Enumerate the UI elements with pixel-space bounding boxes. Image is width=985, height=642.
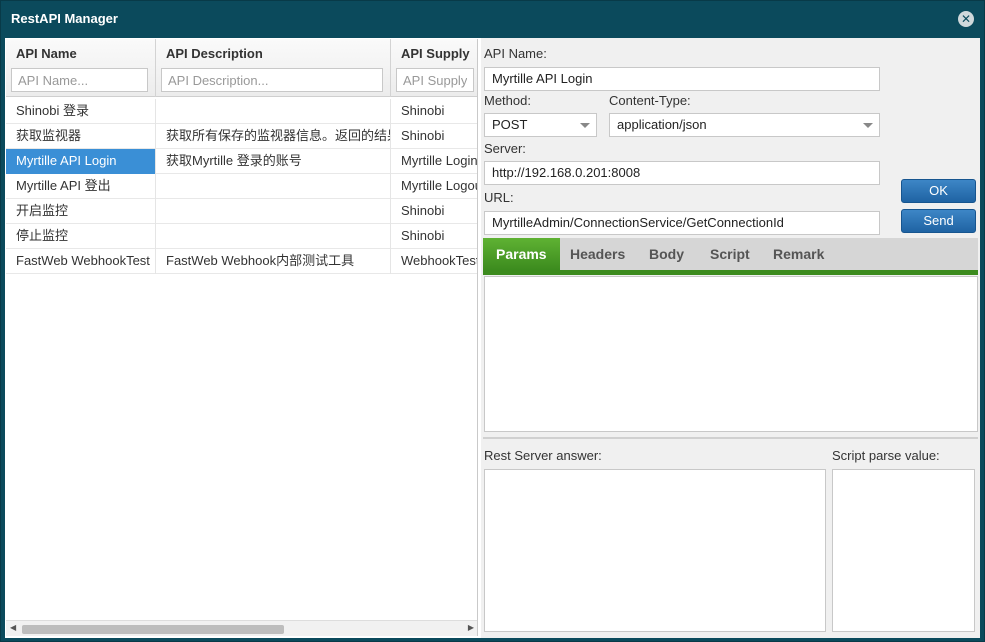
cell-api-supply: Myrtille Login (401, 153, 478, 168)
cell-api-name: Myrtille API 登出 (6, 174, 156, 199)
tab-body[interactable]: Body (636, 238, 697, 270)
tab-remark[interactable]: Remark (760, 238, 837, 270)
chevron-down-icon (580, 123, 590, 128)
column-label: API Description (166, 46, 263, 61)
script-parse-value-area[interactable] (832, 469, 975, 632)
api-supply-filter-input[interactable] (396, 68, 474, 92)
url-field[interactable]: MyrtilleAdmin/ConnectionService/GetConne… (484, 211, 880, 235)
scrollbar-thumb[interactable] (22, 625, 284, 634)
server-label: Server: (484, 141, 526, 156)
chevron-down-icon (863, 123, 873, 128)
cell-api-description: FastWeb Webhook内部测试工具 (156, 249, 391, 274)
cell-api-name: FastWeb WebhookTest (6, 249, 156, 274)
table-row[interactable]: Shinobi 登录 Shinobi (6, 99, 477, 124)
cell-api-description: 获取所有保存的监视器信息。返回的结果 (156, 124, 391, 149)
parse-label: Script parse value: (832, 448, 940, 463)
cell-api-supply: WebhookTest (401, 253, 478, 268)
content-type-label: Content-Type: (609, 93, 691, 108)
cell-api-supply: Myrtille Logout (401, 178, 478, 193)
restapi-manager-window: RestAPI Manager ✕ API Name API Descripti… (0, 0, 985, 642)
cell-api-description (156, 224, 391, 249)
window-body: API Name API Description API Supply Shin… (5, 38, 980, 638)
tab-script[interactable]: Script (697, 238, 763, 270)
cell-api-description (156, 199, 391, 224)
cell-api-description (156, 174, 391, 199)
column-api-description[interactable]: API Description (156, 39, 391, 97)
content-type-select[interactable]: application/json (609, 113, 880, 137)
horizontal-scrollbar[interactable]: ◀ ▶ (6, 620, 477, 636)
method-label: Method: (484, 93, 531, 108)
window-title: RestAPI Manager (11, 11, 118, 26)
table-row[interactable]: 开启监控 Shinobi (6, 199, 477, 224)
api-description-filter-input[interactable] (161, 68, 383, 92)
table-row[interactable]: FastWeb WebhookTest FastWeb Webhook内部测试工… (6, 249, 478, 274)
cell-api-description (156, 99, 391, 124)
tab-headers[interactable]: Headers (557, 238, 638, 270)
api-detail-form: API Name: Myrtille API Login Method: POS… (481, 38, 980, 638)
send-button[interactable]: Send (901, 209, 976, 233)
column-api-name[interactable]: API Name (6, 39, 156, 97)
close-icon[interactable]: ✕ (958, 11, 974, 27)
answer-label: Rest Server answer: (484, 448, 602, 463)
ok-button[interactable]: OK (901, 179, 976, 203)
cell-api-description: 获取Myrtille 登录的账号 (156, 149, 391, 174)
cell-api-name: Shinobi 登录 (6, 99, 156, 124)
cell-api-name: 停止监控 (6, 224, 156, 249)
cell-api-supply: Shinobi (401, 203, 445, 218)
column-api-supply[interactable]: API Supply (391, 39, 477, 97)
method-value: POST (492, 117, 528, 132)
url-label: URL: (484, 190, 514, 205)
cell-api-supply: Shinobi (401, 103, 445, 118)
request-tabs: Params Headers Body Script Remark (483, 238, 978, 275)
cell-api-name: 开启监控 (6, 199, 156, 224)
table-row[interactable]: 获取监视器 获取所有保存的监视器信息。返回的结果 Shinobi (6, 124, 477, 149)
api-grid: API Name API Description API Supply Shin… (6, 39, 478, 636)
table-row[interactable]: Myrtille API 登出 Myrtille Logout (6, 174, 478, 199)
params-editor[interactable] (484, 276, 978, 432)
scroll-left-icon[interactable]: ◀ (10, 623, 16, 632)
api-name-filter-input[interactable] (11, 68, 148, 92)
column-label: API Supply (401, 46, 470, 61)
api-name-field[interactable]: Myrtille API Login (484, 67, 880, 91)
cell-api-name: Myrtille API Login (6, 149, 156, 174)
api-name-label: API Name: (484, 46, 547, 61)
method-select[interactable]: POST (484, 113, 597, 137)
rest-server-answer-area[interactable] (484, 469, 826, 632)
server-field[interactable]: http://192.168.0.201:8008 (484, 161, 880, 185)
cell-api-supply: Shinobi (401, 228, 445, 243)
cell-api-supply: Shinobi (401, 128, 445, 143)
grid-header: API Name API Description API Supply (6, 39, 477, 97)
content-type-value: application/json (617, 117, 707, 132)
table-row[interactable]: 停止监控 Shinobi (6, 224, 477, 249)
scroll-right-icon[interactable]: ▶ (468, 623, 474, 632)
table-row-selected[interactable]: Myrtille API Login 获取Myrtille 登录的账号 Myrt… (6, 149, 478, 174)
panel-splitter[interactable] (483, 437, 978, 439)
cell-api-name: 获取监视器 (6, 124, 156, 149)
tab-params[interactable]: Params (483, 238, 560, 270)
column-label: API Name (16, 46, 77, 61)
title-bar: RestAPI Manager ✕ (1, 1, 984, 37)
